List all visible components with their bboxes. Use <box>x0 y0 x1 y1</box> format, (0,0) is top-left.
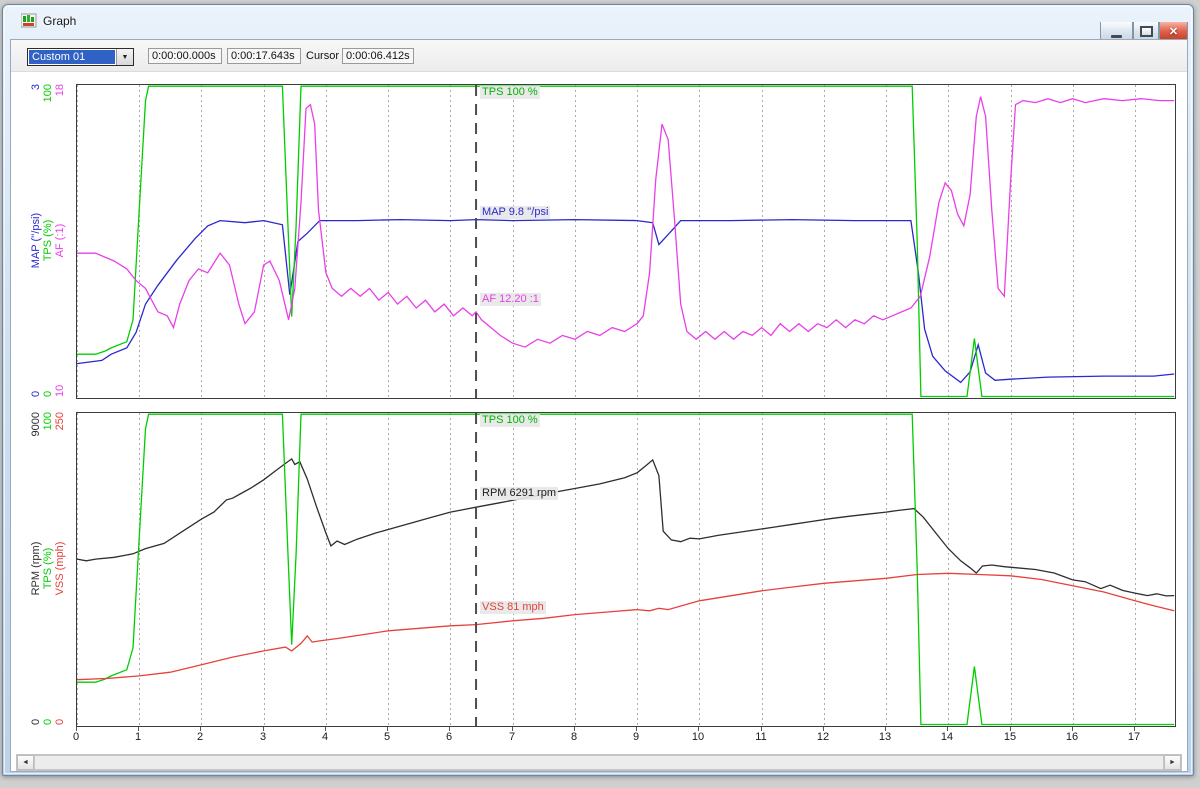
cursor-readout: RPM 6291 rpm <box>480 487 558 500</box>
x-tick-label: 10 <box>686 731 710 743</box>
x-tick-label: 16 <box>1060 731 1084 743</box>
maximize-icon <box>1140 26 1153 37</box>
x-tick-label: 14 <box>935 731 959 743</box>
y-axis-vss: 0VSS (mph)250 <box>54 412 67 725</box>
series-line-map <box>77 220 1174 383</box>
scroll-right-button[interactable]: ► <box>1164 755 1181 770</box>
x-tick-label: 13 <box>873 731 897 743</box>
start-time-field[interactable]: 0:00:00.000s <box>148 48 222 64</box>
x-tick-label: 5 <box>375 731 399 743</box>
x-tick-label: 17 <box>1122 731 1146 743</box>
x-tick-label: 11 <box>749 731 773 743</box>
end-time-field[interactable]: 0:00:17.643s <box>227 48 301 64</box>
x-tick-label: 8 <box>562 731 586 743</box>
preset-selected-value: Custom 01 <box>29 50 115 64</box>
scroll-right-icon: ► <box>1169 759 1176 766</box>
x-tick-label: 2 <box>188 731 212 743</box>
x-tick-label: 0 <box>64 731 88 743</box>
x-tick-label: 9 <box>624 731 648 743</box>
combobox-dropdown-button[interactable]: ▼ <box>116 49 133 65</box>
scroll-left-icon: ◄ <box>22 759 29 766</box>
x-tick-label: 12 <box>811 731 835 743</box>
y-axis-min-label: 0 <box>54 636 67 725</box>
top-chart-plot[interactable]: TPS 100 % MAP 9.8 ''/psi AF 12.20 :1 <box>76 84 1176 399</box>
preset-combobox[interactable]: Custom 01 ▼ <box>27 48 134 66</box>
y-axis-name-label: AF (:1) <box>54 173 67 307</box>
x-tick-label: 7 <box>500 731 524 743</box>
series-line-vss <box>77 573 1174 679</box>
series-line-tps <box>77 86 1174 396</box>
minimize-icon <box>1111 35 1122 38</box>
x-tick-label: 1 <box>126 731 150 743</box>
y-axis-min-label: 10 <box>54 308 67 397</box>
app-icon <box>21 13 37 29</box>
cursor-readout: MAP 9.8 ''/psi <box>480 206 550 219</box>
x-axis: 01234567891011121314151617 <box>76 727 1176 745</box>
graph-window: Graph ✕ Custom 01 ▼ 0:00:00.000s 0:00:17… <box>2 4 1194 776</box>
scroll-left-button[interactable]: ◄ <box>17 755 34 770</box>
cursor-readout: VSS 81 mph <box>480 601 546 614</box>
close-icon: ✕ <box>1169 25 1178 38</box>
horizontal-scrollbar[interactable]: ◄ ► <box>16 754 1182 771</box>
x-tick-label: 15 <box>998 731 1022 743</box>
chart-canvas[interactable] <box>77 85 1175 398</box>
client-area: Custom 01 ▼ 0:00:00.000s 0:00:17.643s Cu… <box>10 39 1188 772</box>
y-axis-af: 10AF (:1)18 <box>54 84 67 397</box>
y-axis-name-label: VSS (mph) <box>54 501 67 635</box>
titlebar[interactable]: Graph ✕ <box>3 5 1193 39</box>
cursor-time-field[interactable]: 0:00:06.412s <box>342 48 414 64</box>
series-line-tps <box>77 414 1174 724</box>
toolbar: Custom 01 ▼ 0:00:00.000s 0:00:17.643s Cu… <box>11 40 1187 72</box>
x-tick-label: 6 <box>437 731 461 743</box>
y-axis-max-label: 250 <box>54 412 67 501</box>
cursor-readout: TPS 100 % <box>480 414 540 427</box>
x-tick-label: 4 <box>313 731 337 743</box>
y-axis-max-label: 18 <box>54 84 67 173</box>
cursor-readout: TPS 100 % <box>480 86 540 99</box>
scrollbar-thumb[interactable] <box>34 755 1164 770</box>
cursor-label: Cursor <box>306 50 339 62</box>
bottom-chart-plot[interactable]: TPS 100 % RPM 6291 rpm VSS 81 mph <box>76 412 1176 727</box>
x-tick-label: 3 <box>251 731 275 743</box>
chart-canvas[interactable] <box>77 413 1175 726</box>
chevron-down-icon: ▼ <box>122 54 129 61</box>
window-title: Graph <box>43 14 76 28</box>
cursor-readout: AF 12.20 :1 <box>480 293 541 306</box>
